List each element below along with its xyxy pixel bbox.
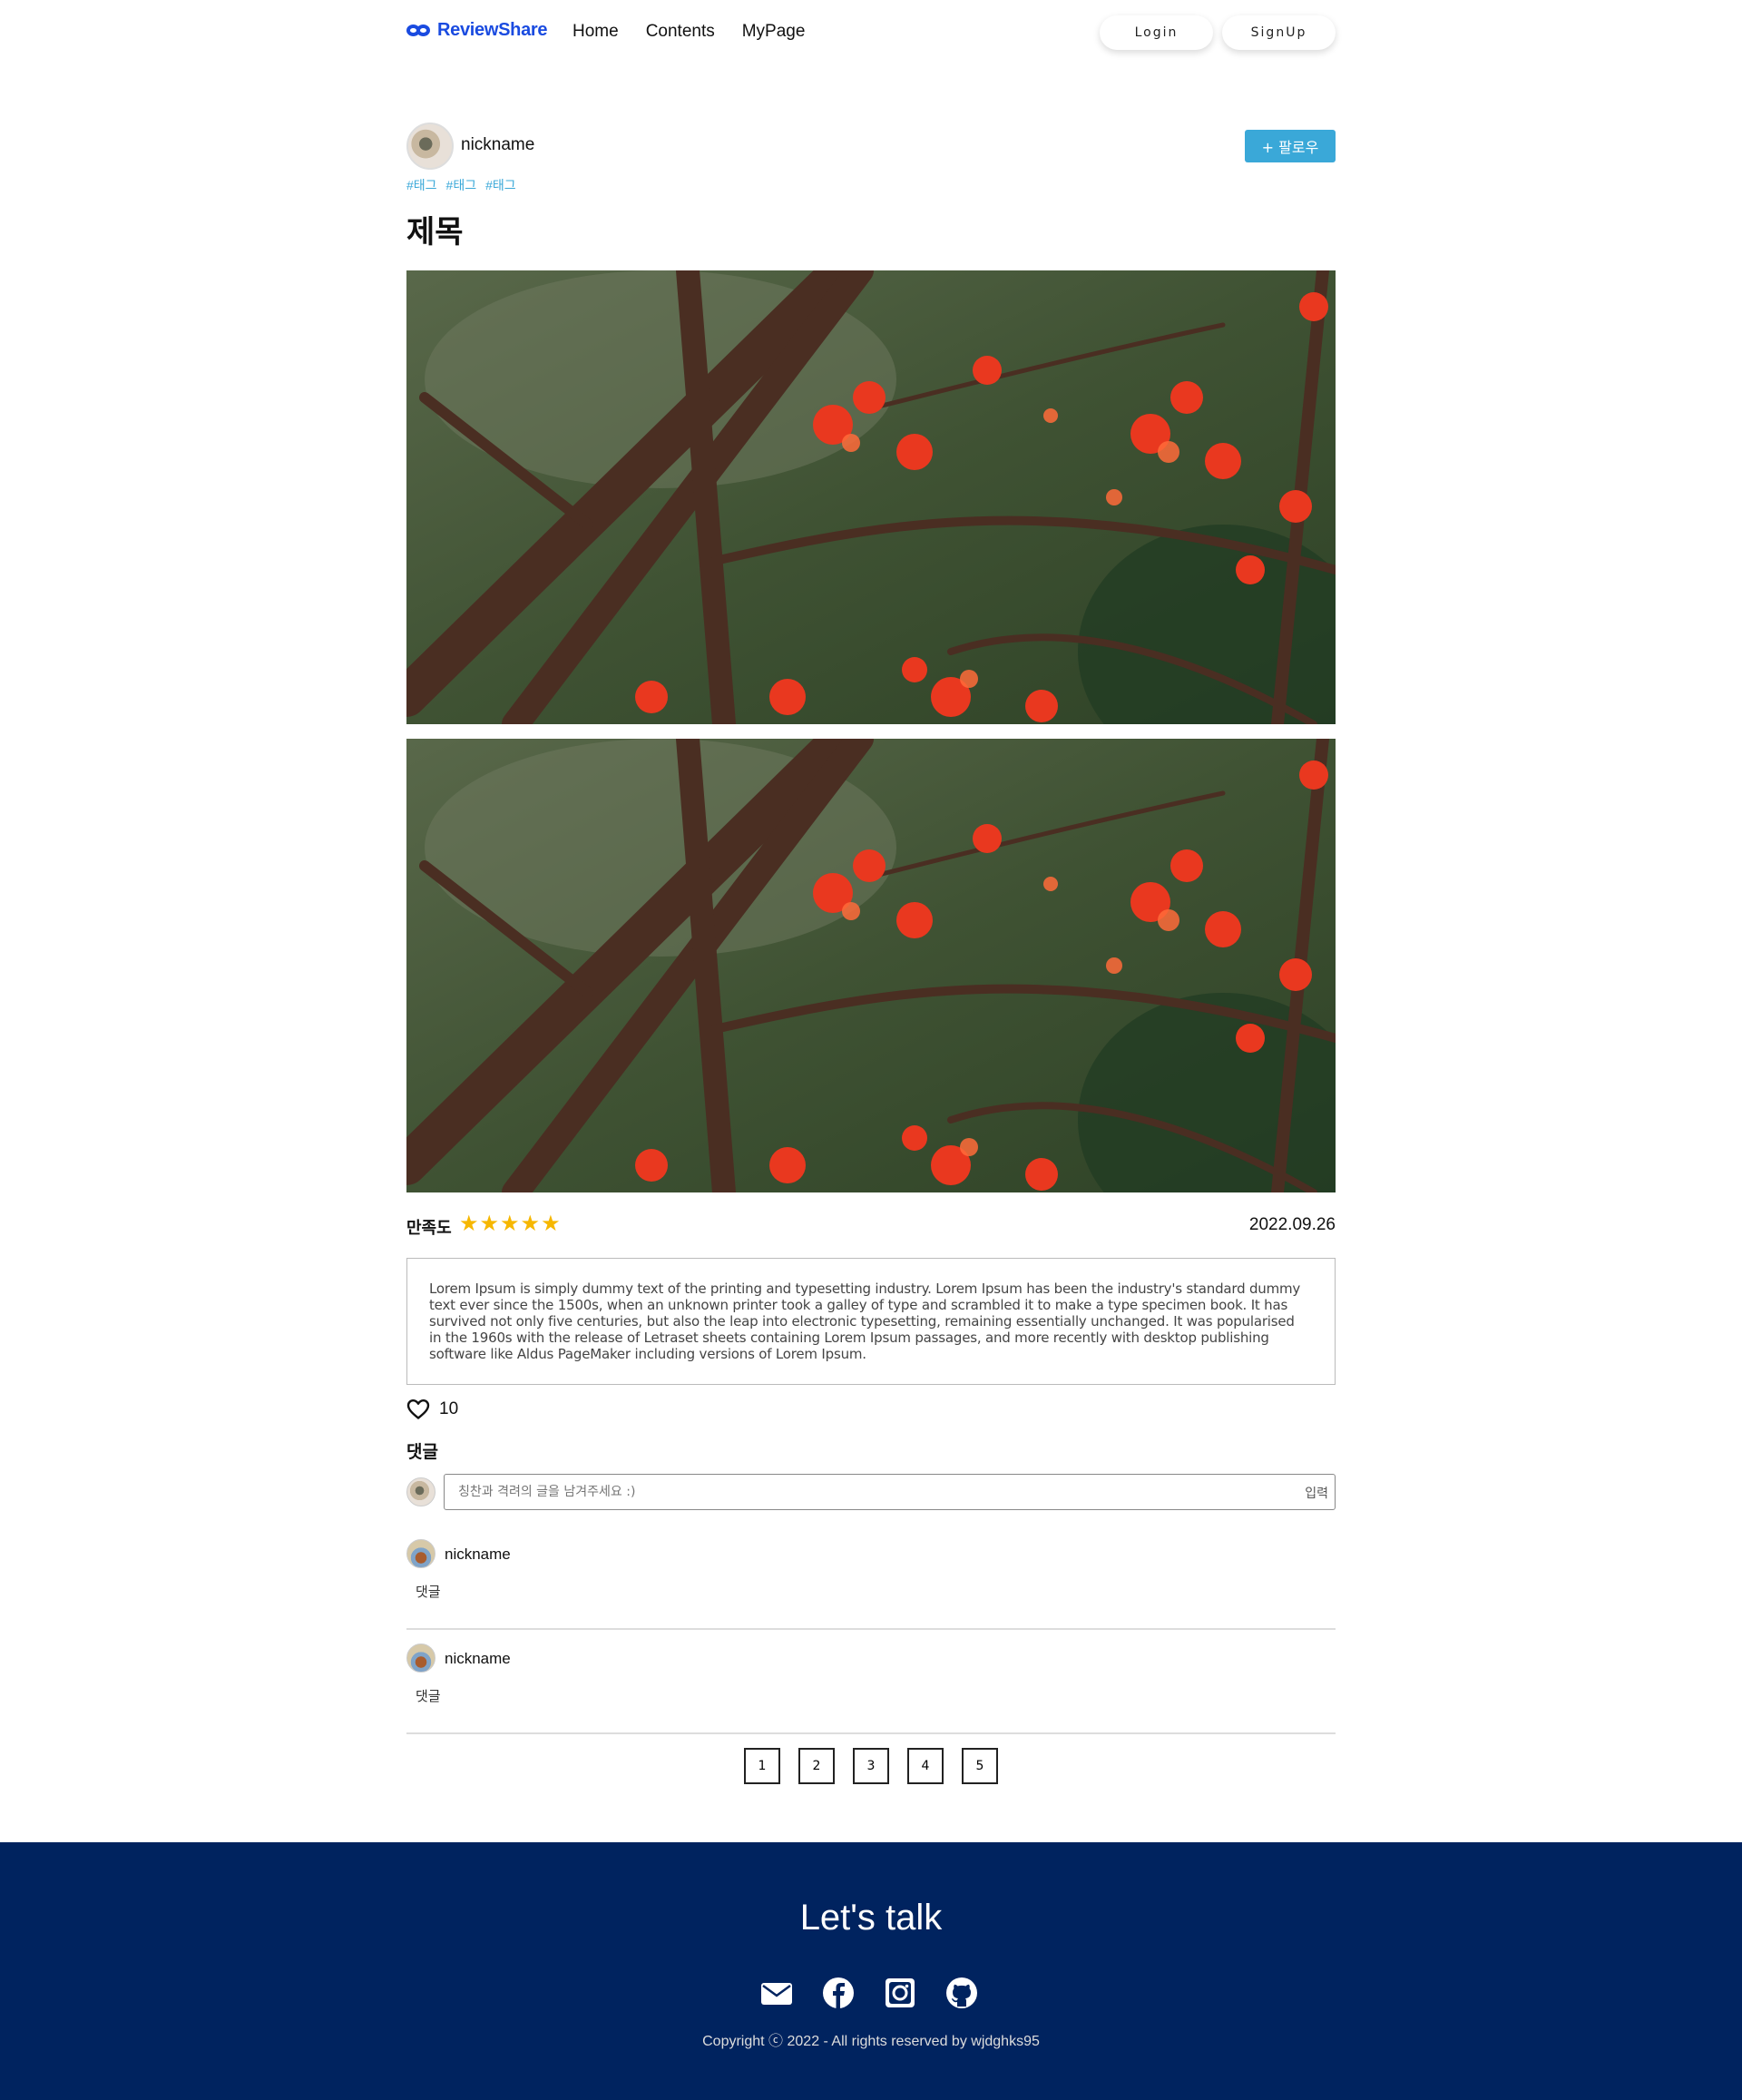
github-icon[interactable] [945, 1977, 978, 2009]
like-row: 10 [406, 1398, 1336, 1420]
instagram-icon[interactable] [884, 1977, 916, 2009]
facebook-icon[interactable] [822, 1977, 855, 2009]
nav-contents[interactable]: Contents [646, 22, 715, 42]
page-button[interactable]: 2 [798, 1748, 835, 1784]
comment-text: 댓글 [416, 1585, 441, 1600]
post-image [406, 270, 1336, 724]
comment-item: nickname 댓글 [406, 1539, 1336, 1630]
star-icon: ★ [541, 1212, 561, 1236]
star-icon: ★ [479, 1212, 500, 1236]
rating-stars: ★ ★ ★ ★ ★ [459, 1212, 561, 1236]
mail-icon[interactable] [760, 1977, 793, 2009]
nav-home[interactable]: Home [573, 22, 619, 42]
star-icon: ★ [459, 1212, 479, 1236]
social-links [760, 1977, 978, 2009]
follow-button[interactable]: + 팔로우 [1245, 130, 1336, 162]
commenter-avatar[interactable] [406, 1539, 436, 1568]
login-button[interactable]: Login [1100, 15, 1213, 50]
rating-label: 만족도 [406, 1219, 452, 1237]
comment-submit-button[interactable]: 입력 [1305, 1484, 1328, 1502]
post-date: 2022.09.26 [1248, 1215, 1336, 1234]
comment-text: 댓글 [416, 1689, 441, 1704]
page-button[interactable]: 3 [853, 1748, 889, 1784]
nav-mypage[interactable]: MyPage [742, 22, 806, 42]
page-button[interactable]: 1 [744, 1748, 780, 1784]
signup-button[interactable]: SignUp [1222, 15, 1336, 50]
post-author: nickname + 팔로우 [406, 123, 1336, 170]
star-icon: ★ [520, 1212, 541, 1236]
logo[interactable]: ReviewShare [406, 20, 548, 41]
my-avatar [406, 1477, 436, 1506]
comments-title: 댓글 [406, 1443, 438, 1462]
tag-link[interactable]: #태그 [446, 176, 477, 194]
post-image [406, 739, 1336, 1192]
copyright-text: Copyright ⓒ 2022 - All rights reserved b… [702, 2034, 1040, 2049]
heart-icon[interactable] [406, 1398, 430, 1420]
commenter-nickname[interactable]: nickname [445, 1650, 511, 1668]
comment-item: nickname 댓글 [406, 1644, 1336, 1734]
pagination: 1 2 3 4 5 [744, 1748, 998, 1784]
comment-form: 입력 [406, 1474, 1336, 1510]
page-button[interactable]: 4 [907, 1748, 944, 1784]
rating-row: 만족도 ★ ★ ★ ★ ★ 2022.09.26 [406, 1212, 1336, 1239]
site-header: ReviewShare Home Contents MyPage Login S… [406, 0, 1336, 64]
commenter-avatar[interactable] [406, 1644, 436, 1673]
like-count: 10 [439, 1399, 459, 1418]
author-nickname[interactable]: nickname [461, 135, 534, 155]
star-icon: ★ [500, 1212, 520, 1236]
page-button[interactable]: 5 [962, 1748, 998, 1784]
logo-text: ReviewShare [437, 20, 548, 40]
auth-buttons: Login SignUp [1100, 15, 1336, 50]
post-description: Lorem Ipsum is simply dummy text of the … [406, 1258, 1336, 1385]
author-avatar[interactable] [406, 123, 454, 170]
main-nav: Home Contents MyPage [573, 22, 805, 42]
footer-title: Let's talk [799, 1898, 943, 1938]
tag-link[interactable]: #태그 [406, 176, 437, 194]
commenter-nickname[interactable]: nickname [445, 1546, 511, 1564]
site-footer: Let's talk Copyright ⓒ 2022 - All rights… [0, 1842, 1742, 2100]
infinity-logo-icon [406, 22, 432, 40]
post-tags: #태그 #태그 #태그 [406, 176, 1336, 194]
comment-input[interactable] [444, 1474, 1336, 1510]
post-title: 제목 [406, 215, 464, 250]
tag-link[interactable]: #태그 [485, 176, 516, 194]
